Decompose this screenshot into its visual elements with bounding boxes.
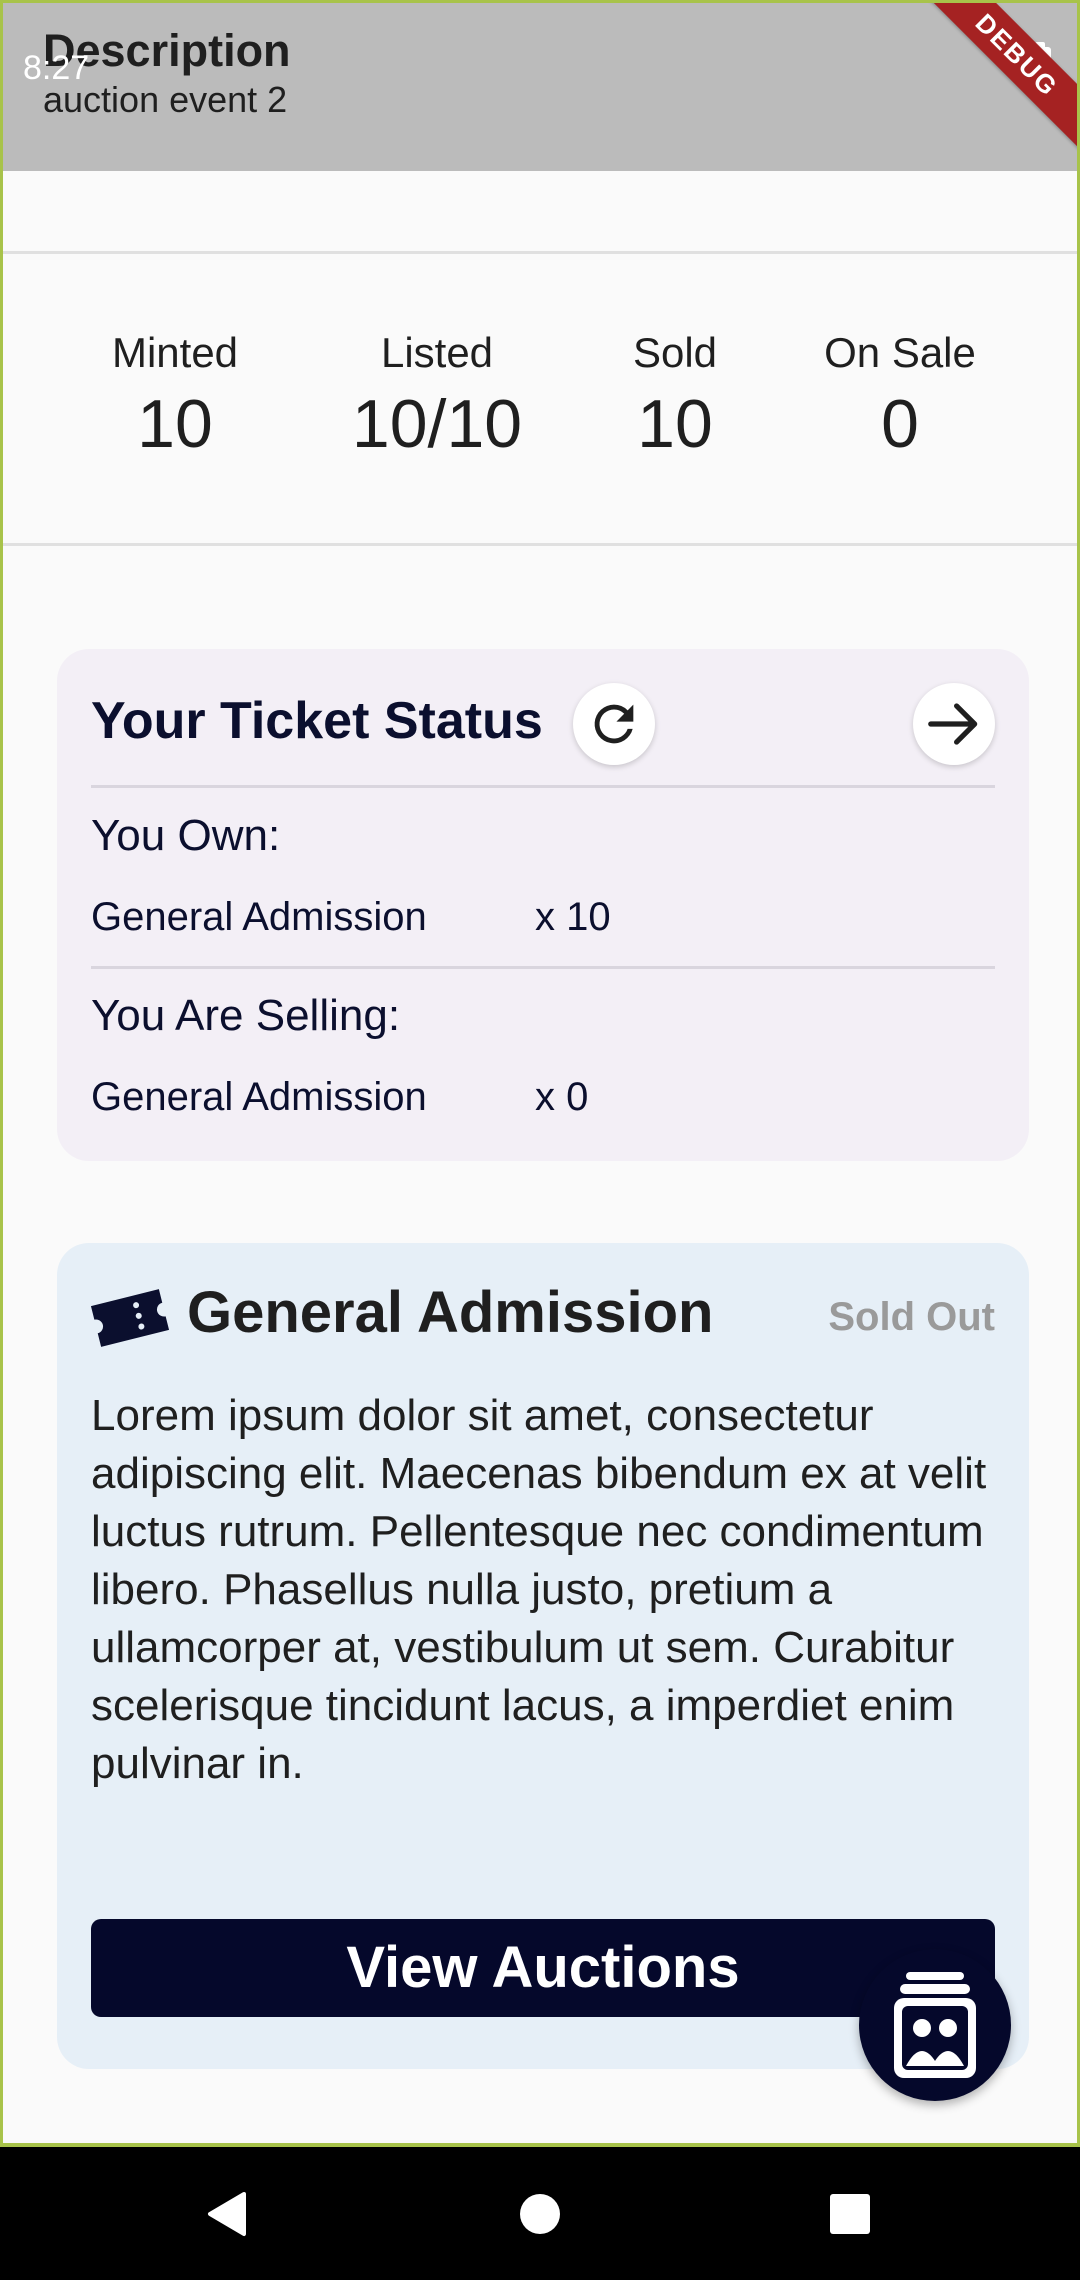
selling-ticket-qty: x 0	[535, 1075, 589, 1119]
wallet-people-icon	[894, 1972, 976, 2078]
ticket-status-card: Your Ticket Status You Own: General Admi…	[57, 649, 1029, 1161]
home-circle-icon	[520, 2193, 560, 2234]
stat-label: Minted	[111, 329, 239, 376]
divider-top	[3, 251, 1077, 254]
stat-value: 0	[881, 386, 919, 462]
status-divider	[91, 785, 995, 788]
back-triangle-icon	[208, 2191, 246, 2236]
stat-value: 10/10	[351, 386, 523, 462]
system-nav-bar	[0, 2147, 1080, 2280]
nav-recents-button[interactable]	[790, 2147, 910, 2280]
view-auctions-button[interactable]: View Auctions	[91, 1919, 995, 2017]
selling-ticket-name: General Admission	[91, 1075, 427, 1119]
stat-on-sale: On Sale 0	[824, 325, 976, 465]
stat-label: Listed	[380, 329, 494, 376]
nav-back-button[interactable]	[166, 2147, 286, 2280]
you-own-label: You Own:	[91, 811, 281, 860]
stat-value: 10	[637, 386, 713, 462]
status-time: 8:27	[23, 49, 90, 87]
wallet-fab-button[interactable]	[859, 1949, 1011, 2101]
stat-listed: Listed 10/10	[352, 325, 522, 465]
go-forward-button[interactable]	[913, 683, 995, 765]
own-ticket-qty: x 10	[535, 895, 611, 939]
refresh-icon	[594, 704, 634, 744]
refresh-button[interactable]	[573, 683, 655, 765]
sold-out-badge: Sold Out	[828, 1295, 995, 1339]
recents-square-icon	[830, 2193, 870, 2234]
arrow-right-icon	[928, 703, 978, 745]
app-bar: Description auction event 2 8:27	[3, 3, 1077, 171]
nav-home-button[interactable]	[480, 2147, 600, 2280]
screen-frame: Description auction event 2 8:27 DEBUG M…	[0, 0, 1080, 2147]
ticket-type-card: General Admission Sold Out Lorem ipsum d…	[57, 1243, 1029, 2069]
stat-label: Sold	[632, 329, 718, 376]
stat-label: On Sale	[824, 329, 976, 376]
ticket-type-description: Lorem ipsum dolor sit amet, consectetur …	[91, 1391, 987, 1788]
divider-bottom	[3, 543, 1077, 546]
ticket-type-title: General Admission	[187, 1280, 714, 1345]
ticket-status-heading: Your Ticket Status	[91, 692, 543, 750]
ticket-icon	[90, 1289, 170, 1347]
stat-minted: Minted 10	[112, 325, 238, 465]
status-divider	[91, 966, 995, 969]
you-are-selling-label: You Are Selling:	[91, 991, 401, 1040]
own-ticket-name: General Admission	[91, 895, 427, 939]
stat-value: 10	[137, 386, 213, 462]
stat-sold: Sold 10	[633, 325, 717, 465]
